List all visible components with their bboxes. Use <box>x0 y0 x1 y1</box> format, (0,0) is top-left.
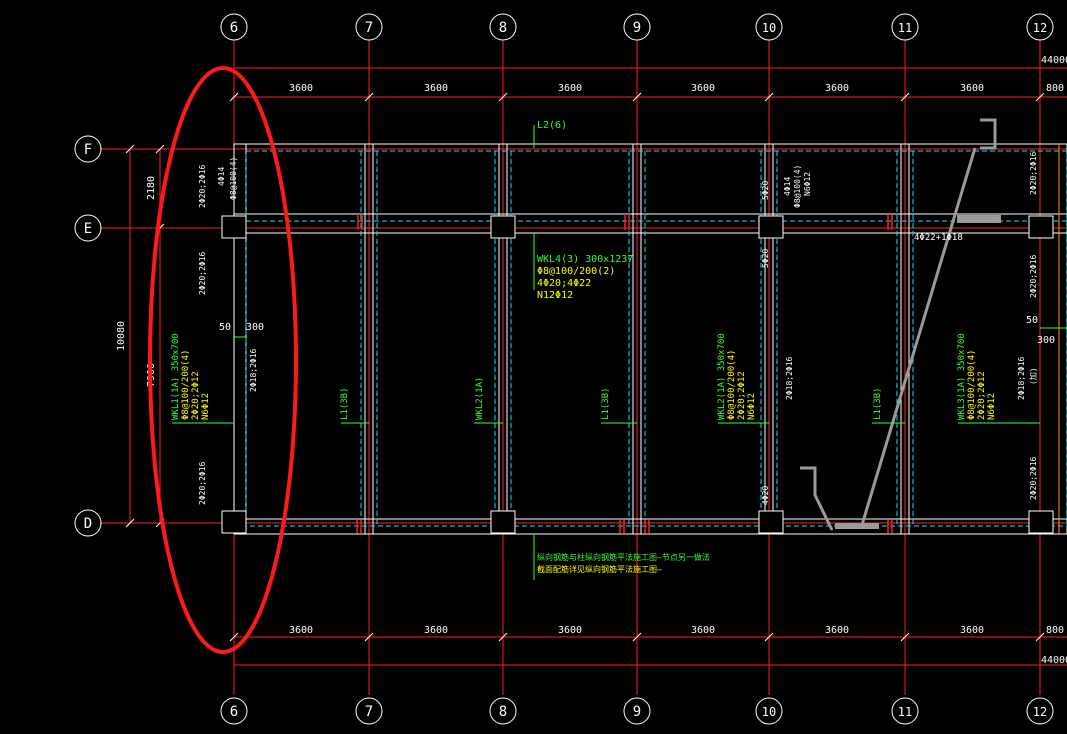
label-wkl1-bars: 2Φ20;2Φ12 <box>191 371 201 420</box>
label-col6-top-c: Φ8@100(4) <box>229 157 238 200</box>
label-note-2: 截面配筋详见纵向钢筋平法施工图— <box>537 564 662 574</box>
label-col10-top-c: Φ8@100(4) <box>793 165 802 208</box>
dim-span-2-top: 3600 <box>424 83 448 94</box>
axis-label-7-top: 7 <box>365 20 373 36</box>
dim-left-inner-top: 2180 <box>146 176 157 200</box>
dim-span-5-top: 3600 <box>825 83 849 94</box>
label-note-1: 纵向钢筋与柱纵向钢筋平法施工图—节点另一做法 <box>537 552 710 562</box>
label-col12-d: 2Φ20;2Φ16 <box>1029 456 1038 500</box>
label-wkl3-stirrup: Φ8@100/200(4) <box>967 350 977 420</box>
label-wkl3-name: WKL3(1A) 350x700 <box>957 333 967 420</box>
label-col12-e: (加) <box>1028 367 1038 385</box>
label-wkl4-stirrup: Φ8@100/200(2) <box>537 266 615 277</box>
axis-label-9-bottom: 9 <box>633 704 641 720</box>
label-col10-top-a: 5Φ20 <box>761 181 770 200</box>
label-col11-note: 4Φ22+1Φ18 <box>914 233 963 243</box>
dim-offset-300: 300 <box>246 322 264 333</box>
label-col10-mid: 5Φ20 <box>761 249 770 268</box>
label-col12-b: 2Φ20;2Φ16 <box>1029 254 1038 298</box>
label-wkl2-side: N6Φ12 <box>747 393 757 420</box>
dim-total-top: 44000 <box>1041 55 1067 66</box>
dim-span-1-top: 3600 <box>289 83 313 94</box>
dim-offset-50: 50 <box>219 322 231 333</box>
dim-span-5-bottom: 3600 <box>825 625 849 636</box>
beam-outlines <box>233 143 1067 535</box>
dim-span-1-bottom: 3600 <box>289 625 313 636</box>
dim-span-7-top: 800 <box>1046 83 1064 94</box>
axis-label-6-bottom: 6 <box>230 704 238 720</box>
axis-label-10-top: 10 <box>762 21 776 35</box>
label-wkl4-bars: 4Φ20;4Φ22 <box>537 278 591 289</box>
label-wkl1-stirrup: Φ8@100/200(4) <box>181 350 191 420</box>
axis-label-9-top: 9 <box>633 20 641 36</box>
dim-span-3-bottom: 3600 <box>558 625 582 636</box>
axis-label-6-top: 6 <box>230 20 238 36</box>
dim-right-50: 50 <box>1026 315 1038 326</box>
axis-label-11-bottom: 11 <box>898 705 912 719</box>
leader-lines <box>172 125 1067 580</box>
dim-span-6-bottom: 3600 <box>960 625 984 636</box>
dim-span-7-bottom: 800 <box>1046 625 1064 636</box>
dim-right-300: 300 <box>1037 335 1055 346</box>
axis-label-12-bottom: 12 <box>1033 705 1047 719</box>
dim-span-3-top: 3600 <box>558 83 582 94</box>
axis-label-D: D <box>84 516 92 532</box>
label-col6-bot: 2Φ20;2Φ16 <box>198 461 207 505</box>
label-col10-bot: 4Φ20 <box>761 486 770 505</box>
label-col6-top-b: 4Φ14 <box>217 167 226 186</box>
label-col10-top-d: N6Φ12 <box>803 172 812 196</box>
label-wkl3-side: N6Φ12 <box>987 393 997 420</box>
dim-span-4-bottom: 3600 <box>691 625 715 636</box>
label-col6-mid: 2Φ20;2Φ16 <box>198 251 207 295</box>
label-col10-top-b: 4Φ14 <box>783 177 792 196</box>
axis-label-7-bottom: 7 <box>365 704 373 720</box>
label-l2: L2(6) <box>537 120 567 131</box>
axis-label-F: F <box>84 142 92 158</box>
label-wkl1-name: WKL1(1A) 350x700 <box>171 333 181 420</box>
dim-total-bottom: 44000 <box>1041 655 1067 666</box>
label-l1-a: L1(3B) <box>340 387 350 420</box>
label-wkl3-bars: 2Φ20;2Φ12 <box>977 371 987 420</box>
label-wkl2-name: WKL2(1A) 350x700 <box>717 333 727 420</box>
label-col12-c: 2Φ18;2Φ16 <box>1017 356 1026 400</box>
dim-span-2-bottom: 3600 <box>424 625 448 636</box>
axis-label-8-bottom: 8 <box>499 704 507 720</box>
axis-bubbles-left <box>74 135 102 537</box>
axis-label-8-top: 8 <box>499 20 507 36</box>
label-l1-b: L1(3B) <box>601 387 611 420</box>
axis-label-E: E <box>84 221 92 237</box>
label-col6-side: 2Φ18;2Φ16 <box>249 348 258 392</box>
dim-span-6-top: 3600 <box>960 83 984 94</box>
dim-span-4-top: 3600 <box>691 83 715 94</box>
label-col12-a: 2Φ20;2Φ16 <box>1029 151 1038 195</box>
label-l1-c: L1(3B) <box>873 387 883 420</box>
label-wkl2-bars: 2Φ20;2Φ12 <box>737 371 747 420</box>
label-col10-side: 2Φ18;2Φ16 <box>785 356 794 400</box>
label-wkl1-side: N6Φ12 <box>201 393 211 420</box>
axis-lines <box>100 40 1067 695</box>
dim-left-outer: 10080 <box>116 321 127 351</box>
axis-label-12-top: 12 <box>1033 21 1047 35</box>
label-wkl4-side: N12Φ12 <box>537 290 573 301</box>
label-wkl4-name: WKL4(3) 300x1237 <box>537 254 633 265</box>
axis-label-10-bottom: 10 <box>762 705 776 719</box>
cad-drawing: 6 7 8 9 10 11 12 6 7 8 9 10 11 12 F E D <box>74 13 1067 725</box>
label-col6-top-a: 2Φ20;2Φ16 <box>198 164 207 208</box>
label-wkl2-b: WKL2(1A) <box>475 377 485 420</box>
label-wkl2-stirrup: Φ8@100/200(4) <box>727 350 737 420</box>
axis-label-11-top: 11 <box>898 21 912 35</box>
